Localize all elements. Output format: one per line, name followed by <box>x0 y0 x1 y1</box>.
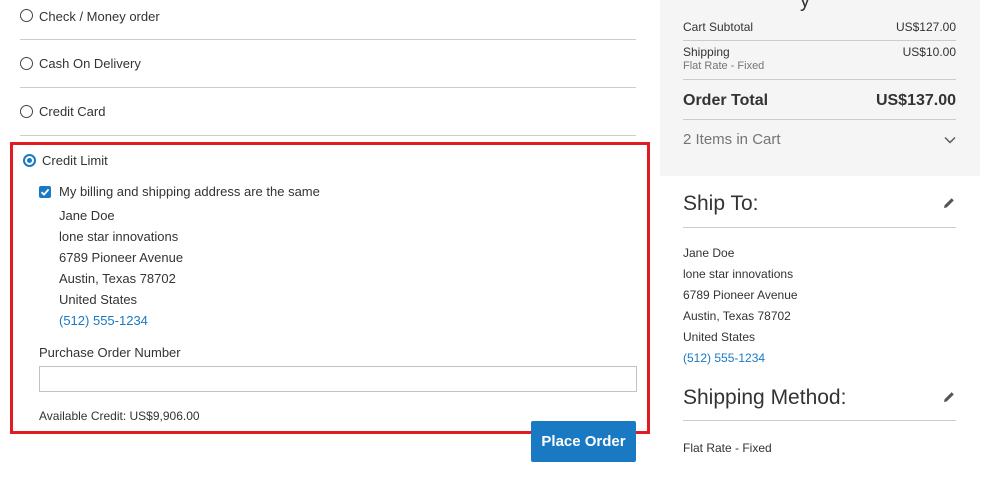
payment-option-credit-card[interactable]: Credit Card <box>20 88 636 135</box>
divider <box>20 135 636 136</box>
ship-to-header: Ship To: <box>683 192 956 216</box>
billing-city: Austin, Texas 78702 <box>59 271 176 286</box>
same-address-checkbox-row[interactable]: My billing and shipping address are the … <box>39 184 320 199</box>
credit-limit-payment-block: Credit Limit My billing and shipping add… <box>10 142 650 434</box>
divider <box>683 119 956 120</box>
edit-shipping-method-pencil-icon[interactable] <box>942 386 956 410</box>
checkbox-checked-icon[interactable] <box>39 185 51 198</box>
divider <box>683 227 956 228</box>
ship-to-company: lone star innovations <box>683 267 794 281</box>
chevron-down-icon[interactable] <box>944 131 956 148</box>
payment-option-check-money-order[interactable]: Check / Money order <box>20 0 636 39</box>
radio-unchecked-icon[interactable] <box>20 9 33 22</box>
cart-subtotal-label: Cart Subtotal <box>683 20 754 34</box>
place-order-button[interactable]: Place Order <box>531 421 636 462</box>
payment-option-label: Cash On Delivery <box>39 56 141 71</box>
edit-ship-to-pencil-icon[interactable] <box>942 192 956 216</box>
radio-unchecked-icon[interactable] <box>20 57 33 70</box>
same-address-label: My billing and shipping address are the … <box>59 184 320 199</box>
payment-methods-list: Check / Money order Cash On Delivery Cre… <box>20 0 636 136</box>
po-number-label: Purchase Order Number <box>39 345 181 360</box>
summary-title-clipped: y <box>800 0 810 12</box>
ship-to-phone-link[interactable]: (512) 555-1234 <box>683 348 798 369</box>
payment-option-label: Credit Card <box>39 104 106 119</box>
divider <box>683 40 956 41</box>
items-in-cart-toggle[interactable]: 2 Items in Cart <box>683 131 956 148</box>
cart-subtotal-row: Cart Subtotal US$127.00 <box>683 20 956 34</box>
ship-to-country: United States <box>683 330 756 344</box>
cart-subtotal-value: US$127.00 <box>895 20 956 34</box>
billing-address: Jane Doe lone star innovations 6789 Pion… <box>59 205 183 331</box>
order-total-value: US$137.00 <box>875 92 956 109</box>
payment-option-credit-limit[interactable]: Credit Limit <box>23 153 108 168</box>
shipping-value: US$10.00 <box>902 45 956 59</box>
po-number-input[interactable] <box>39 366 637 392</box>
ship-to-title: Ship To: <box>683 192 759 215</box>
billing-country: United States <box>59 292 138 307</box>
shipping-label: Shipping <box>683 45 730 59</box>
ship-to-name: Jane Doe <box>683 246 735 260</box>
items-in-cart-label: 2 Items in Cart <box>683 131 781 148</box>
order-total-row: Order Total US$137.00 <box>683 92 956 110</box>
ship-to-city: Austin, Texas 78702 <box>683 309 791 323</box>
billing-street: 6789 Pioneer Avenue <box>59 250 184 265</box>
shipping-method-title: Shipping Method: <box>683 386 847 409</box>
radio-unchecked-icon[interactable] <box>20 105 33 118</box>
radio-checked-icon[interactable] <box>23 154 36 167</box>
payment-option-label: Credit Limit <box>42 153 108 168</box>
shipping-method-value: Flat Rate - Fixed <box>683 441 772 455</box>
shipping-row: Shipping US$10.00 <box>683 45 956 59</box>
ship-to-street: 6789 Pioneer Avenue <box>683 288 798 302</box>
payment-option-label: Check / Money order <box>39 9 160 24</box>
billing-phone-link[interactable]: (512) 555-1234 <box>59 310 183 331</box>
shipping-method-header: Shipping Method: <box>683 386 956 410</box>
divider <box>683 420 956 421</box>
billing-name: Jane Doe <box>59 208 115 223</box>
billing-company: lone star innovations <box>59 229 179 244</box>
divider <box>683 79 956 80</box>
ship-to-address: Jane Doe lone star innovations 6789 Pion… <box>683 243 798 369</box>
order-total-label: Order Total <box>683 92 769 109</box>
available-credit-text: Available Credit: US$9,906.00 <box>39 409 200 423</box>
payment-option-cash-on-delivery[interactable]: Cash On Delivery <box>20 40 636 87</box>
shipping-method-sub: Flat Rate - Fixed <box>683 60 765 72</box>
